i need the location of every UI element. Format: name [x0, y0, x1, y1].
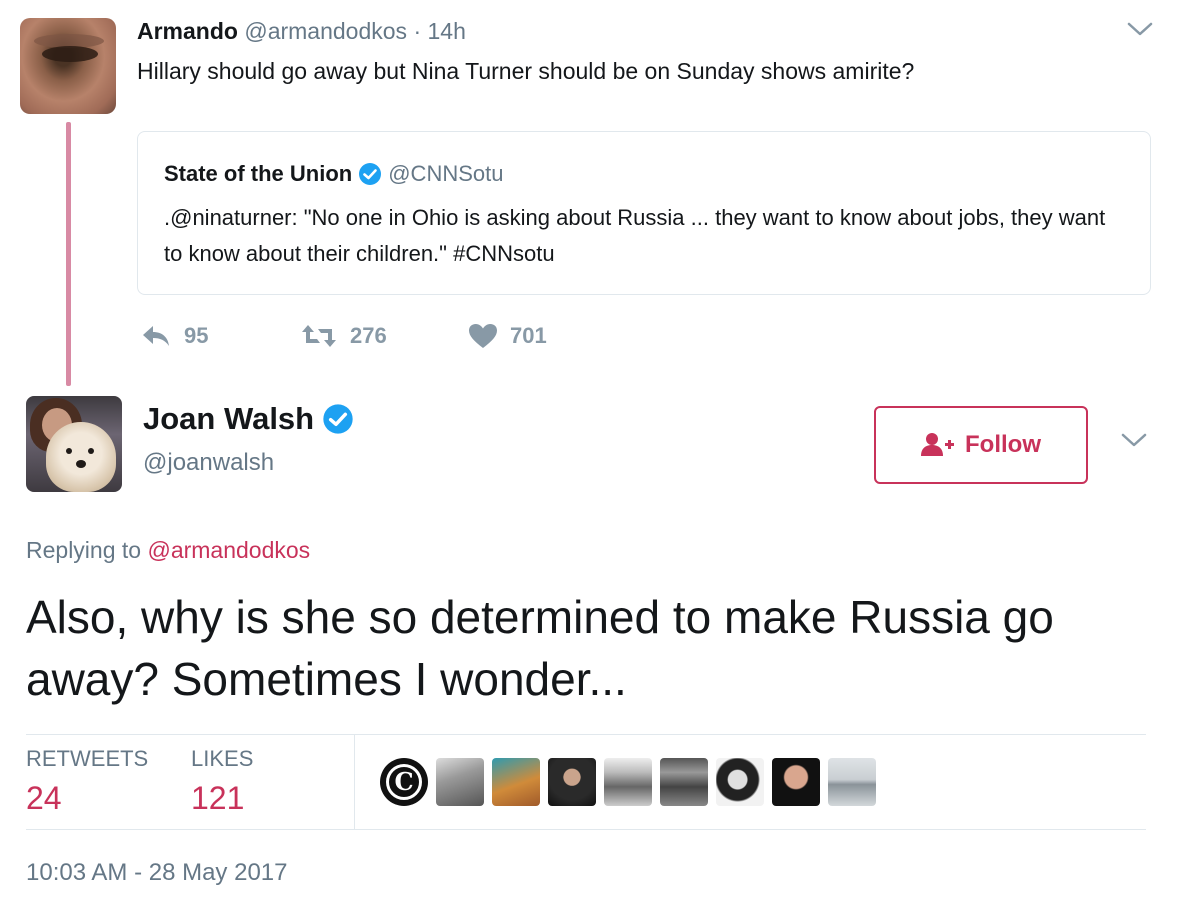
- replying-prefix: Replying to: [26, 537, 142, 563]
- parent-separator: ·: [413, 18, 422, 44]
- liker-avatar[interactable]: C: [380, 758, 428, 806]
- follow-button[interactable]: Follow: [874, 406, 1088, 484]
- liker-avatar[interactable]: [716, 758, 764, 806]
- chevron-down-icon[interactable]: [1120, 431, 1148, 449]
- retweet-icon: [300, 323, 338, 349]
- reply-count: 95: [184, 323, 209, 348]
- retweet-count: 276: [350, 323, 387, 348]
- retweets-stat[interactable]: RETWEETS 24: [26, 746, 148, 818]
- likes-value: 121: [191, 780, 245, 816]
- quoted-tweet-text: .@ninaturner: "No one in Ohio is asking …: [164, 205, 1106, 266]
- replying-mention-link[interactable]: @armandodkos: [147, 537, 310, 563]
- stats-top-divider: [26, 734, 1146, 735]
- main-author-name-row[interactable]: Joan Walsh: [143, 400, 360, 438]
- quoted-author-handle: @CNNSotu: [388, 161, 504, 186]
- parent-timestamp[interactable]: 14h: [428, 18, 466, 44]
- follow-person-icon: [921, 432, 965, 458]
- verified-badge-icon: [322, 403, 354, 435]
- stats-bottom-divider: [26, 829, 1146, 830]
- likes-label: LIKES: [191, 746, 254, 771]
- liker-avatar[interactable]: [436, 758, 484, 806]
- follow-button-label: Follow: [965, 431, 1041, 458]
- verified-badge-icon: [358, 162, 382, 186]
- liker-avatar[interactable]: [604, 758, 652, 806]
- tweet-timestamp[interactable]: 10:03 AM - 28 May 2017: [26, 857, 288, 889]
- tweet-page: Armando @armandodkos · 14h Hillary shoul…: [0, 0, 1182, 922]
- quoted-tweet-card[interactable]: State of the Union @CNNSotu .@ninaturner…: [137, 131, 1151, 295]
- main-author-handle[interactable]: @joanwalsh: [143, 448, 274, 478]
- chevron-down-icon[interactable]: [1126, 20, 1154, 38]
- parent-action-bar: 95 276 701: [140, 320, 547, 352]
- thread-connector: [66, 122, 71, 386]
- liker-avatar[interactable]: [492, 758, 540, 806]
- main-tweet-text: Also, why is she so determined to make R…: [26, 591, 1054, 705]
- retweet-button[interactable]: 276: [300, 323, 468, 349]
- reply-button[interactable]: 95: [140, 323, 300, 349]
- liker-avatar[interactable]: [772, 758, 820, 806]
- retweets-value: 24: [26, 780, 62, 816]
- liker-avatar[interactable]: [548, 758, 596, 806]
- quoted-author-name: State of the Union: [164, 161, 353, 186]
- like-count: 701: [510, 323, 547, 348]
- parent-tweet-header: Armando @armandodkos · 14h: [137, 16, 466, 46]
- main-author-name[interactable]: Joan Walsh: [143, 400, 314, 438]
- stats-vertical-divider: [354, 735, 355, 829]
- heart-icon: [468, 323, 498, 349]
- liker-avatar[interactable]: [660, 758, 708, 806]
- retweets-label: RETWEETS: [26, 746, 149, 771]
- like-button[interactable]: 701: [468, 323, 547, 349]
- likers-avatars: C: [380, 758, 876, 806]
- replying-to: Replying to @armandodkos: [26, 534, 310, 566]
- reply-icon: [140, 323, 172, 349]
- likes-stat[interactable]: LIKES 121: [191, 746, 253, 818]
- parent-tweet-text: Hillary should go away but Nina Turner s…: [137, 58, 915, 84]
- liker-avatar[interactable]: [828, 758, 876, 806]
- armando-avatar[interactable]: [20, 18, 116, 114]
- parent-author-name[interactable]: Armando: [137, 18, 238, 44]
- joan-walsh-avatar[interactable]: [26, 396, 122, 492]
- parent-author-handle[interactable]: @armandodkos: [244, 18, 407, 44]
